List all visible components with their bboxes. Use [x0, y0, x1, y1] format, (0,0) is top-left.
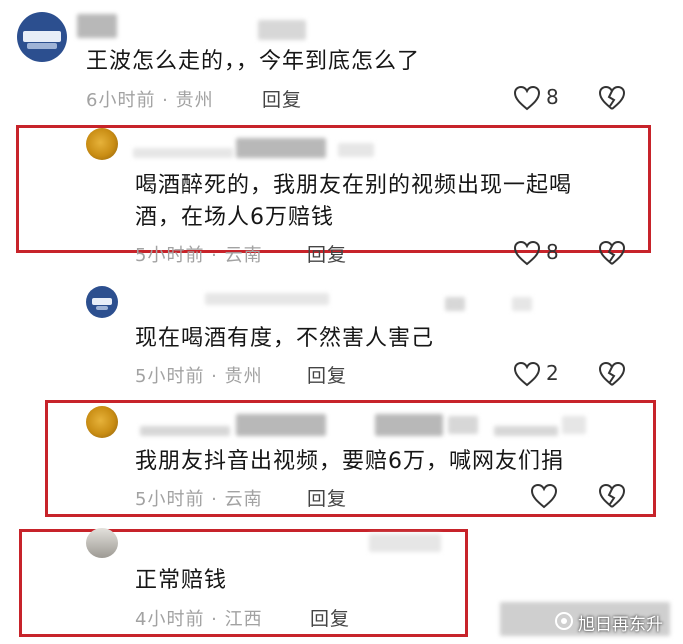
blurred-username	[258, 20, 306, 40]
reply-button[interactable]: 回复	[307, 240, 347, 267]
blurred-username	[236, 138, 326, 158]
like-count: 2	[546, 361, 559, 385]
comment-text: 酒，在场人6万赔钱	[135, 205, 334, 230]
comment-text: 我朋友抖音出视频，要赔6万，喊网友们捐	[135, 449, 564, 474]
comment-meta: 5小时前 · 云南	[135, 245, 263, 266]
blurred-username	[133, 148, 233, 158]
blurred-username	[236, 414, 326, 436]
blurred-username	[562, 416, 586, 434]
blurred-username	[369, 534, 441, 552]
avatar[interactable]	[86, 286, 118, 318]
heart-icon[interactable]	[512, 84, 542, 112]
watermark-logo-icon	[555, 612, 573, 630]
comment-text: 现在喝酒有度，不然害人害己	[135, 326, 435, 351]
broken-heart-icon[interactable]	[597, 482, 627, 510]
blurred-username	[448, 416, 478, 434]
blurred-username	[445, 297, 465, 311]
reply-button[interactable]: 回复	[310, 604, 350, 631]
blurred-username	[205, 293, 329, 305]
heart-icon[interactable]	[529, 482, 559, 510]
watermark: 旭日再东升	[578, 615, 663, 635]
avatar[interactable]	[86, 528, 118, 558]
avatar[interactable]	[86, 406, 118, 438]
reply-button[interactable]: 回复	[307, 361, 347, 388]
comment-text: 喝酒醉死的，我朋友在别的视频出现一起喝	[135, 173, 573, 198]
blurred-username	[77, 14, 117, 38]
avatar[interactable]	[86, 128, 118, 160]
reply-button[interactable]: 回复	[262, 85, 302, 112]
broken-heart-icon[interactable]	[597, 360, 627, 388]
comment-text: 正常赔钱	[135, 568, 228, 593]
blurred-username	[512, 297, 532, 311]
comment-meta: 5小时前 · 云南	[135, 489, 263, 510]
blurred-username	[375, 414, 443, 436]
comment-meta: 6小时前 · 贵州	[86, 90, 214, 111]
blurred-username	[338, 143, 374, 157]
reply-button[interactable]: 回复	[307, 484, 347, 511]
avatar[interactable]	[17, 12, 67, 62]
broken-heart-icon[interactable]	[597, 84, 627, 112]
heart-icon[interactable]	[512, 239, 542, 267]
like-count: 8	[546, 85, 559, 109]
blurred-username	[494, 426, 558, 436]
comment-text: 王波怎么走的，，今年到底怎么了	[86, 49, 421, 74]
like-count: 8	[546, 240, 559, 264]
comment-meta: 5小时前 · 贵州	[135, 366, 263, 387]
heart-icon[interactable]	[512, 360, 542, 388]
broken-heart-icon[interactable]	[597, 239, 627, 267]
comment-meta: 4小时前 · 江西	[135, 609, 263, 630]
blurred-username	[140, 426, 230, 436]
